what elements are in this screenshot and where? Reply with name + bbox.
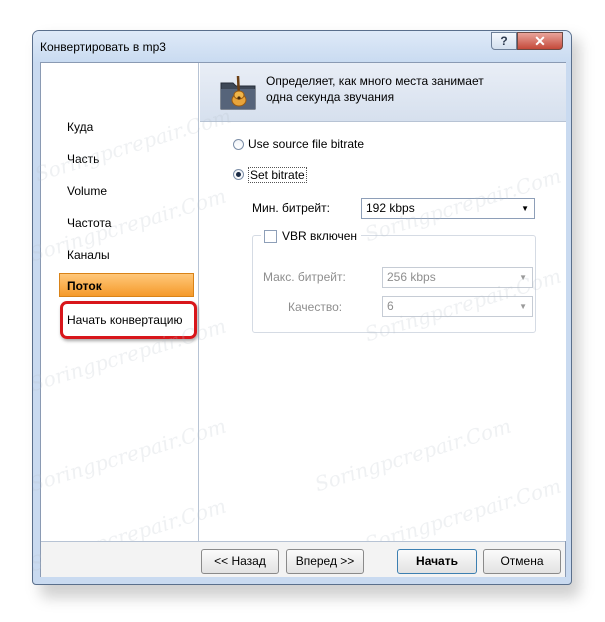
vbr-group-header: VBR включен: [261, 228, 361, 244]
quality-value: 6: [387, 299, 394, 313]
vbr-label[interactable]: VBR включен: [282, 229, 357, 243]
set-bitrate-radio[interactable]: [233, 169, 244, 180]
step-description-line1: Определяет, как много места занимает: [266, 74, 484, 88]
quality-label: Качество:: [288, 300, 343, 314]
close-icon: ✕: [534, 33, 546, 49]
next-button[interactable]: Вперед >>: [286, 549, 364, 574]
max-bitrate-value: 256 kbps: [387, 270, 436, 284]
help-button[interactable]: ?: [491, 32, 517, 50]
step-description: Определяет, как много места занимает одн…: [266, 73, 556, 105]
close-button[interactable]: ✕: [517, 32, 563, 50]
wizard-button-bar: << Назад Вперед >> Начать Отмена: [41, 541, 565, 577]
nav-item-bitrate-active[interactable]: Поток: [59, 273, 194, 297]
min-bitrate-select[interactable]: 192 kbps ▼: [361, 198, 535, 219]
step-header: Определяет, как много места занимает одн…: [200, 63, 566, 122]
step-description-line2: одна секунда звучания: [266, 90, 395, 104]
back-button[interactable]: << Назад: [201, 549, 279, 574]
chevron-down-icon: ▼: [519, 302, 527, 311]
nav-item-channels[interactable]: Каналы: [41, 243, 194, 267]
nav-item-frequency[interactable]: Частота: [41, 211, 194, 235]
source-bitrate-radio[interactable]: [233, 139, 244, 150]
chevron-down-icon: ▼: [521, 204, 529, 213]
vbr-group: VBR включен Макс. битрейт: 256 kbps ▼ Ка…: [252, 228, 536, 333]
min-bitrate-label: Мин. битрейт:: [252, 201, 330, 215]
window-title: Конвертировать в mp3: [40, 40, 166, 54]
highlight-frame: [60, 301, 197, 339]
folder-guitar-icon: [220, 75, 256, 110]
min-bitrate-value: 192 kbps: [366, 201, 415, 215]
nav-item-part[interactable]: Часть: [41, 147, 194, 171]
dialog-client-area: Куда Часть Volume Частота Каналы Поток Н…: [33, 62, 566, 577]
source-bitrate-label[interactable]: Use source file bitrate: [248, 137, 364, 151]
vbr-checkbox[interactable]: [264, 230, 277, 243]
set-bitrate-label[interactable]: Set bitrate: [248, 167, 307, 183]
nav-item-volume[interactable]: Volume: [41, 179, 194, 203]
max-bitrate-select[interactable]: 256 kbps ▼: [382, 267, 533, 288]
quality-select[interactable]: 6 ▼: [382, 296, 533, 317]
title-bar[interactable]: Конвертировать в mp3 ? ✕: [33, 31, 571, 62]
bitrate-settings-panel: Use source file bitrate Set bitrate Мин.…: [200, 122, 566, 541]
help-icon: ?: [500, 34, 508, 48]
wizard-nav-panel: Куда Часть Volume Частота Каналы Поток Н…: [41, 63, 199, 541]
dialog-window: Конвертировать в mp3 ? ✕ Куда Часть Volu…: [32, 30, 572, 585]
cancel-button[interactable]: Отмена: [483, 549, 561, 574]
nav-item-destination[interactable]: Куда: [41, 115, 194, 139]
chevron-down-icon: ▼: [519, 273, 527, 282]
max-bitrate-label: Макс. битрейт:: [263, 270, 346, 284]
start-button[interactable]: Начать: [397, 549, 477, 574]
